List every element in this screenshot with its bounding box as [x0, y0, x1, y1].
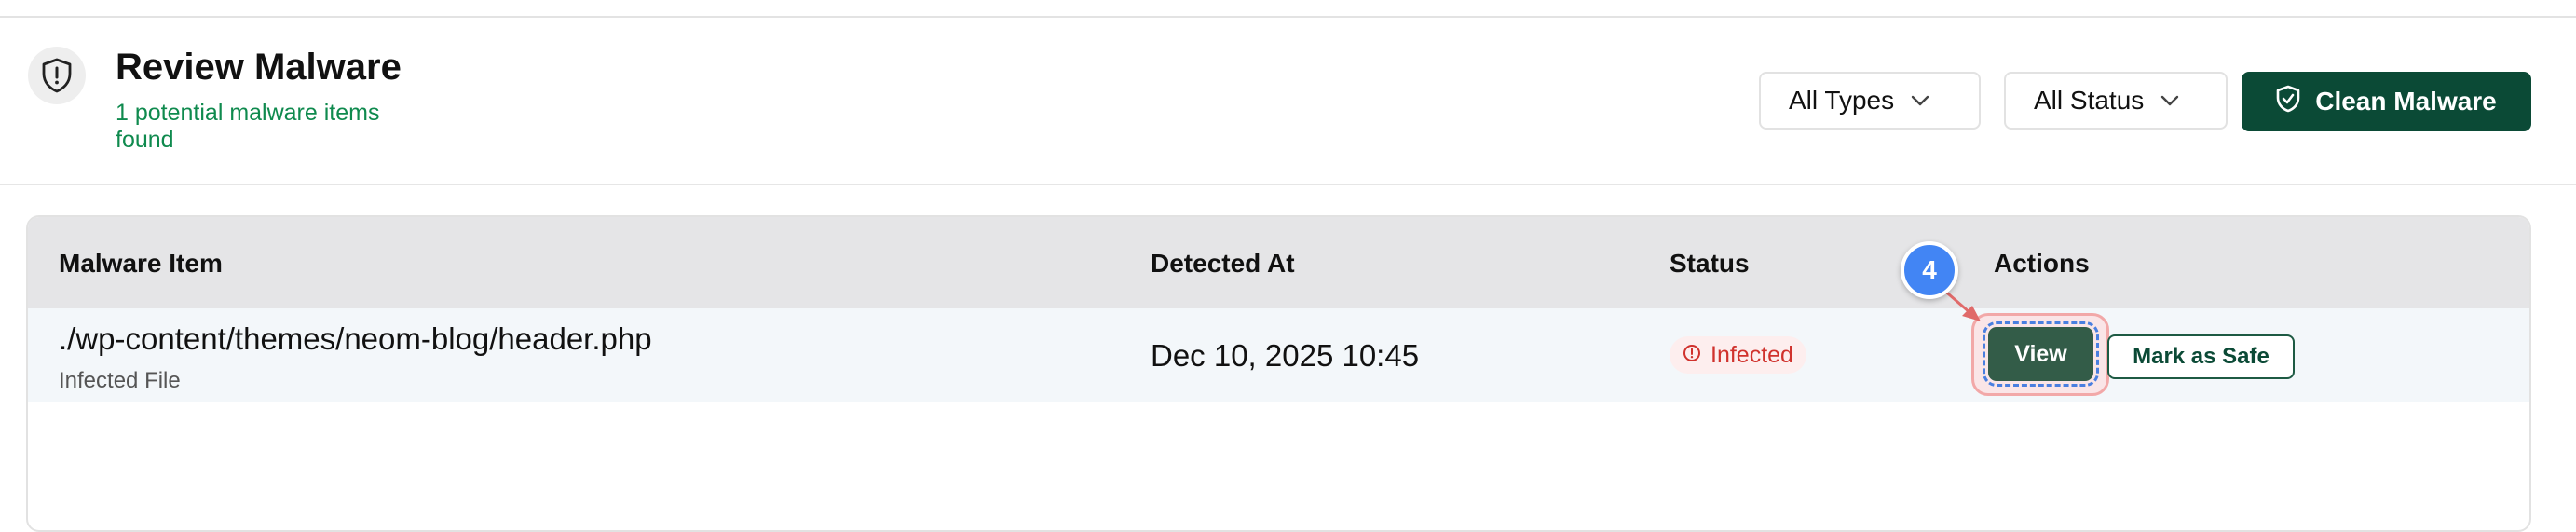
table-row: ./wp-content/themes/neom-blog/header.php… — [28, 308, 2529, 402]
malware-count-subtitle: 1 potential malware items found — [116, 100, 380, 153]
chevron-down-icon — [2160, 95, 2179, 106]
chevron-down-icon — [1911, 95, 1929, 106]
column-header-malware-item: Malware Item — [59, 249, 223, 278]
clean-malware-label: Clean Malware — [2315, 87, 2497, 116]
step-number-badge: 4 — [1901, 241, 1958, 299]
status-filter-dropdown[interactable]: All Status — [2004, 72, 2228, 130]
type-filter-dropdown[interactable]: All Types — [1759, 72, 1981, 130]
malware-table: Malware Item Detected At Status Actions … — [26, 215, 2531, 532]
shield-check-icon — [2276, 85, 2300, 119]
column-header-status: Status — [1670, 249, 1750, 278]
table-header: Malware Item Detected At Status Actions — [28, 217, 2529, 308]
type-filter-label: All Types — [1789, 86, 1895, 115]
top-divider — [0, 16, 2576, 18]
view-button[interactable]: View — [1983, 321, 2099, 387]
malware-item-path: ./wp-content/themes/neom-blog/header.php — [59, 321, 652, 356]
shield-alert-icon — [28, 47, 86, 104]
mark-as-safe-button[interactable]: Mark as Safe — [2107, 334, 2295, 379]
malware-item-type: Infected File — [59, 368, 181, 393]
status-badge: Infected — [1670, 336, 1806, 374]
clean-malware-button[interactable]: Clean Malware — [2242, 72, 2531, 131]
header-divider — [0, 184, 2576, 185]
alert-circle-icon — [1683, 342, 1701, 369]
column-header-actions: Actions — [1994, 249, 2090, 278]
status-badge-label: Infected — [1711, 341, 1793, 368]
status-filter-label: All Status — [2034, 86, 2145, 115]
detected-at-value: Dec 10, 2025 10:45 — [1151, 338, 1420, 373]
column-header-detected-at: Detected At — [1151, 249, 1295, 278]
page-title: Review Malware — [116, 47, 402, 88]
